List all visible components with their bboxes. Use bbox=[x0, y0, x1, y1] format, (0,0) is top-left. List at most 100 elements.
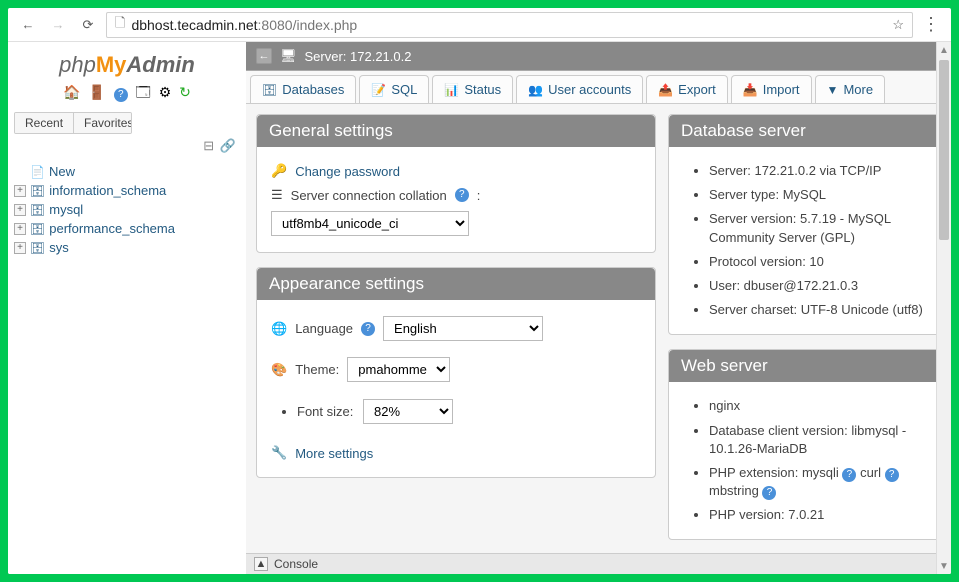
tree-item-mysql[interactable]: + 🗄 mysql bbox=[14, 200, 240, 219]
console-expand-icon[interactable]: ▲ bbox=[254, 557, 268, 571]
new-db-icon: 📄 bbox=[30, 165, 45, 179]
general-settings-panel: General settings 🔑 Change password ☰ Ser… bbox=[256, 114, 656, 253]
key-icon: 🔑 bbox=[271, 163, 287, 179]
list-item: Server version: 5.7.19 - MySQL Community… bbox=[709, 207, 926, 249]
browser-toolbar: ← → ⟳ 🗋 dbhost.tecadmin.net:8080/index.p… bbox=[8, 8, 951, 42]
tree-label: New bbox=[49, 164, 75, 179]
expand-icon[interactable]: + bbox=[14, 242, 26, 254]
theme-label[interactable]: Theme: bbox=[295, 362, 339, 377]
collation-select[interactable]: utf8mb4_unicode_ci bbox=[271, 211, 469, 236]
settings-icon[interactable]: ⚙ bbox=[159, 84, 172, 100]
content-area: phpMyAdmin 🏠 🚪 ? 🗔 ⚙ ↻ Recent Favorites … bbox=[8, 42, 951, 574]
logout-icon[interactable]: 🚪 bbox=[88, 84, 105, 100]
font-size-row: Font size: 82% bbox=[297, 396, 641, 427]
more-settings-link[interactable]: More settings bbox=[295, 446, 373, 461]
database-tree: 📄 New + 🗄 information_schema + 🗄 mysql +… bbox=[14, 158, 240, 261]
tree-item-performance-schema[interactable]: + 🗄 performance_schema bbox=[14, 219, 240, 238]
appearance-settings-panel: Appearance settings 🌐 Language ? English… bbox=[256, 267, 656, 478]
list-item: Server: 172.21.0.2 via TCP/IP bbox=[709, 159, 926, 183]
phpmyadmin-logo[interactable]: phpMyAdmin bbox=[14, 46, 240, 80]
language-label: Language bbox=[295, 321, 353, 336]
server-breadcrumb: ← 🖥 Server: 172.21.0.2 bbox=[246, 42, 951, 71]
server-icon: 🖥 bbox=[280, 48, 297, 64]
tree-item-information-schema[interactable]: + 🗄 information_schema bbox=[14, 181, 240, 200]
database-server-panel: Database server Server: 172.21.0.2 via T… bbox=[668, 114, 941, 335]
reload-nav-icon[interactable]: ↻ bbox=[179, 84, 191, 100]
tab-status[interactable]: 📊Status bbox=[432, 75, 513, 103]
help-icon[interactable]: ? bbox=[885, 468, 899, 482]
scroll-thumb[interactable] bbox=[939, 60, 949, 240]
tree-label: sys bbox=[49, 240, 69, 255]
change-password-link[interactable]: Change password bbox=[295, 164, 400, 179]
back-button[interactable]: ← bbox=[16, 13, 40, 37]
tab-label: Export bbox=[678, 82, 716, 97]
language-select[interactable]: English bbox=[383, 316, 543, 341]
tab-databases[interactable]: 🗄Databases bbox=[250, 75, 356, 103]
scroll-down-icon[interactable]: ▼ bbox=[937, 558, 951, 574]
scrollbar[interactable]: ▲ ▼ bbox=[936, 42, 951, 574]
scroll-up-icon[interactable]: ▲ bbox=[937, 42, 951, 58]
export-icon: 📤 bbox=[658, 83, 673, 97]
tab-label: SQL bbox=[391, 82, 417, 97]
databases-icon: 🗄 bbox=[262, 83, 277, 97]
recent-tab[interactable]: Recent bbox=[15, 113, 73, 133]
help-icon[interactable]: ? bbox=[361, 322, 375, 336]
tree-item-sys[interactable]: + 🗄 sys bbox=[14, 238, 240, 257]
php-ext-text: mbstring bbox=[709, 483, 762, 498]
sidebar-toolbar: 🏠 🚪 ? 🗔 ⚙ ↻ bbox=[14, 80, 240, 112]
tab-import[interactable]: 📥Import bbox=[731, 75, 812, 103]
language-icon: 🌐 bbox=[271, 321, 287, 337]
browser-menu-button[interactable]: ⋮ bbox=[919, 14, 943, 35]
sql-icon: 📝 bbox=[371, 83, 386, 97]
main-panel: ← 🖥 Server: 172.21.0.2 🗄Databases 📝 SQL 📊… bbox=[246, 42, 951, 574]
tab-export[interactable]: 📤 Export bbox=[646, 75, 728, 103]
list-item: PHP version: 7.0.21 bbox=[709, 503, 926, 527]
favorites-tab[interactable]: Favorites bbox=[73, 113, 132, 133]
theme-icon: 🎨 bbox=[271, 362, 287, 378]
logo-my: My bbox=[96, 52, 127, 77]
expand-icon[interactable]: + bbox=[14, 223, 26, 235]
tab-more[interactable]: ▼ More bbox=[815, 75, 886, 103]
database-icon: 🗄 bbox=[30, 241, 45, 255]
theme-select[interactable]: pmahomme bbox=[347, 357, 450, 382]
collapse-all-icon[interactable]: ⊟ bbox=[203, 138, 214, 153]
panel-title: Web server bbox=[669, 350, 940, 382]
collapse-nav-button[interactable]: ← bbox=[256, 48, 272, 64]
home-icon[interactable]: 🏠 bbox=[63, 84, 80, 100]
console-bar[interactable]: ▲ Console bbox=[246, 553, 951, 574]
recent-favorites-tabs: Recent Favorites bbox=[14, 112, 132, 134]
console-label: Console bbox=[274, 557, 318, 571]
database-icon: 🗄 bbox=[30, 222, 45, 236]
forward-button[interactable]: → bbox=[46, 13, 70, 37]
server-label: Server: 172.21.0.2 bbox=[305, 49, 412, 64]
tree-item-new[interactable]: 📄 New bbox=[14, 162, 240, 181]
panel-title: Database server bbox=[669, 115, 940, 147]
docs-icon[interactable]: ? bbox=[114, 88, 128, 102]
browser-window: ← → ⟳ 🗋 dbhost.tecadmin.net:8080/index.p… bbox=[8, 8, 951, 574]
font-size-select[interactable]: 82% bbox=[363, 399, 453, 424]
expand-icon[interactable]: + bbox=[14, 185, 26, 197]
help-icon[interactable]: ? bbox=[762, 486, 776, 500]
expand-icon[interactable]: + bbox=[14, 204, 26, 216]
url-bar[interactable]: 🗋 dbhost.tecadmin.net:8080/index.php ☆ bbox=[106, 12, 913, 38]
url-host: dbhost.tecadmin.net bbox=[131, 17, 257, 33]
collation-label: Server connection collation bbox=[291, 188, 447, 203]
page-info-icon[interactable]: 🗋 bbox=[115, 14, 125, 36]
bookmark-icon[interactable]: ☆ bbox=[892, 17, 904, 33]
panel-title: Appearance settings bbox=[257, 268, 655, 300]
sql-icon[interactable]: 🗔 bbox=[136, 84, 151, 100]
help-icon[interactable]: ? bbox=[842, 468, 856, 482]
wrench-icon: 🔧 bbox=[271, 445, 287, 461]
chevron-down-icon: ▼ bbox=[827, 83, 839, 97]
unlink-icon[interactable]: 🔗 bbox=[220, 138, 236, 153]
top-menu: 🗄Databases 📝 SQL 📊Status 👥User accounts 📤… bbox=[246, 71, 951, 104]
tab-user-accounts[interactable]: 👥User accounts bbox=[516, 75, 643, 103]
tab-label: More bbox=[843, 82, 873, 97]
collation-icon: ☰ bbox=[271, 187, 283, 203]
navigation-sidebar: phpMyAdmin 🏠 🚪 ? 🗔 ⚙ ↻ Recent Favorites … bbox=[8, 42, 246, 574]
tab-label: User accounts bbox=[548, 82, 631, 97]
reload-button[interactable]: ⟳ bbox=[76, 13, 100, 37]
help-icon[interactable]: ? bbox=[455, 188, 469, 202]
list-item: Server type: MySQL bbox=[709, 183, 926, 207]
tab-sql[interactable]: 📝 SQL bbox=[359, 75, 429, 103]
